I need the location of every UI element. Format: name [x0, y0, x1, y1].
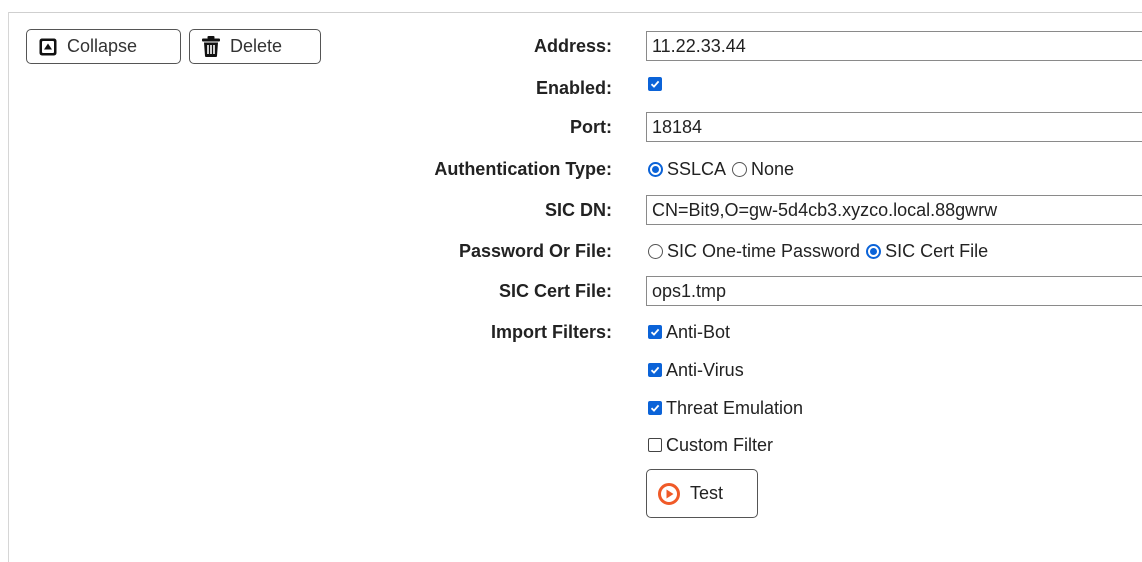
auth-type-row: Authentication Type: SSLCA None — [0, 154, 1142, 184]
sic-dn-label: SIC DN: — [545, 200, 612, 220]
sic-dn-input[interactable] — [646, 195, 1142, 225]
anti-bot-checkbox[interactable] — [648, 325, 662, 339]
anti-virus-row: Anti-Virus — [0, 355, 1142, 385]
import-filters-label: Import Filters: — [490, 322, 612, 342]
address-input[interactable] — [646, 31, 1142, 61]
port-label: Port: — [570, 117, 612, 137]
enabled-row: Enabled: — [0, 73, 1142, 103]
port-input[interactable] — [646, 112, 1142, 142]
sic-cert-file-input[interactable] — [646, 276, 1142, 306]
password-or-file-row: Password Or File: SIC One-time Password … — [0, 236, 1142, 266]
custom-filter-checkbox[interactable] — [648, 438, 662, 452]
anti-virus-label: Anti-Virus — [666, 359, 744, 380]
enabled-label: Enabled: — [535, 78, 612, 98]
auth-type-label: Authentication Type: — [434, 159, 612, 179]
test-label: Test — [690, 483, 724, 503]
sic-otp-radio[interactable] — [648, 243, 663, 259]
test-button[interactable]: Test — [646, 469, 758, 518]
auth-sslca-radio[interactable] — [648, 161, 663, 177]
address-row: Address: — [0, 31, 1142, 61]
auth-none-radio[interactable] — [732, 161, 748, 177]
sic-dn-row: SIC DN: — [0, 195, 1142, 225]
sic-cert-file-label: SIC Cert File: — [498, 281, 612, 301]
custom-filter-row: Custom Filter — [0, 430, 1142, 460]
panel-top-border — [8, 12, 1142, 13]
auth-none-label: None — [751, 158, 795, 179]
import-filters-row: Import Filters: Anti-Bot — [0, 317, 1142, 347]
threat-emulation-checkbox[interactable] — [648, 401, 662, 415]
auth-sslca-label: SSLCA — [667, 158, 727, 179]
sic-cert-file-option-label: SIC Cert File — [885, 240, 989, 261]
sic-cert-file-row: SIC Cert File: — [0, 276, 1142, 306]
port-row: Port: — [0, 112, 1142, 142]
threat-emulation-label: Threat Emulation — [666, 397, 804, 418]
anti-virus-checkbox[interactable] — [648, 363, 662, 377]
address-label: Address: — [533, 36, 612, 56]
enabled-checkbox[interactable] — [648, 77, 662, 91]
custom-filter-label: Custom Filter — [666, 434, 774, 455]
password-or-file-label: Password Or File: — [458, 241, 612, 261]
sic-otp-label: SIC One-time Password — [667, 240, 861, 261]
sic-cert-file-radio[interactable] — [866, 243, 882, 259]
anti-bot-label: Anti-Bot — [666, 321, 731, 342]
play-circle-icon — [658, 482, 680, 505]
threat-emulation-row: Threat Emulation — [0, 393, 1142, 423]
